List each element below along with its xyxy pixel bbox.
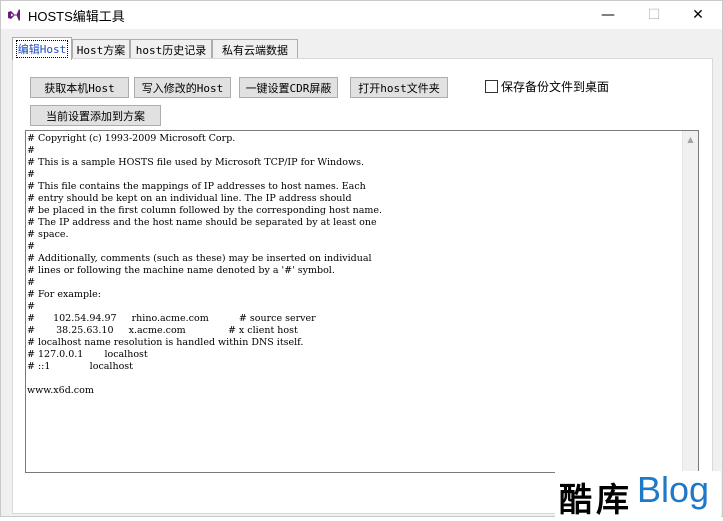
open-host-folder-button[interactable]: 打开host文件夹 [350, 77, 448, 98]
hosts-editor-textarea[interactable]: # Copyright (c) 1993-2009 Microsoft Corp… [25, 130, 699, 473]
close-button[interactable]: ✕ [675, 1, 721, 29]
hosts-file-content[interactable]: # Copyright (c) 1993-2009 Microsoft Corp… [26, 131, 698, 397]
watermark-chinese-text: 酷库 [559, 480, 633, 519]
visual-studio-icon [8, 9, 20, 21]
tab-host-history[interactable]: host历史记录 [130, 39, 212, 59]
tab-label: Host方案 [76, 43, 126, 57]
tab-edit-host[interactable]: 编辑Host [12, 37, 72, 60]
title-bar[interactable]: HOSTS编辑工具 — ☐ ✕ [1, 1, 722, 29]
app-window: HOSTS编辑工具 — ☐ ✕ 编辑Host Host方案 host历史记录 私… [0, 0, 723, 519]
minimize-button[interactable]: — [585, 1, 631, 29]
watermark-blog-text: Blog [637, 469, 710, 510]
one-click-cdr-block-button[interactable]: 一键设置CDR屏蔽 [239, 77, 338, 98]
add-current-to-plan-button[interactable]: 当前设置添加到方案 [30, 105, 161, 126]
window-title: HOSTS编辑工具 [28, 9, 125, 24]
get-local-host-button[interactable]: 获取本机Host [30, 77, 129, 98]
tab-host-plan[interactable]: Host方案 [72, 39, 130, 59]
tab-private-cloud[interactable]: 私有云端数据 [212, 39, 298, 59]
backup-to-desktop-label[interactable]: 保存备份文件到桌面 [501, 78, 609, 95]
vertical-scrollbar[interactable]: ▲ [682, 131, 698, 472]
tab-label: 私有云端数据 [222, 43, 288, 57]
watermark-logo: 酷库 Blog [555, 469, 721, 519]
write-changes-host-button[interactable]: 写入修改的Host [134, 77, 231, 98]
tab-label: host历史记录 [135, 43, 207, 57]
backup-to-desktop-checkbox[interactable] [485, 80, 498, 93]
maximize-button[interactable]: ☐ [631, 1, 677, 29]
tab-label: 编辑Host [15, 40, 69, 58]
chevron-up-icon[interactable]: ▲ [683, 131, 698, 148]
